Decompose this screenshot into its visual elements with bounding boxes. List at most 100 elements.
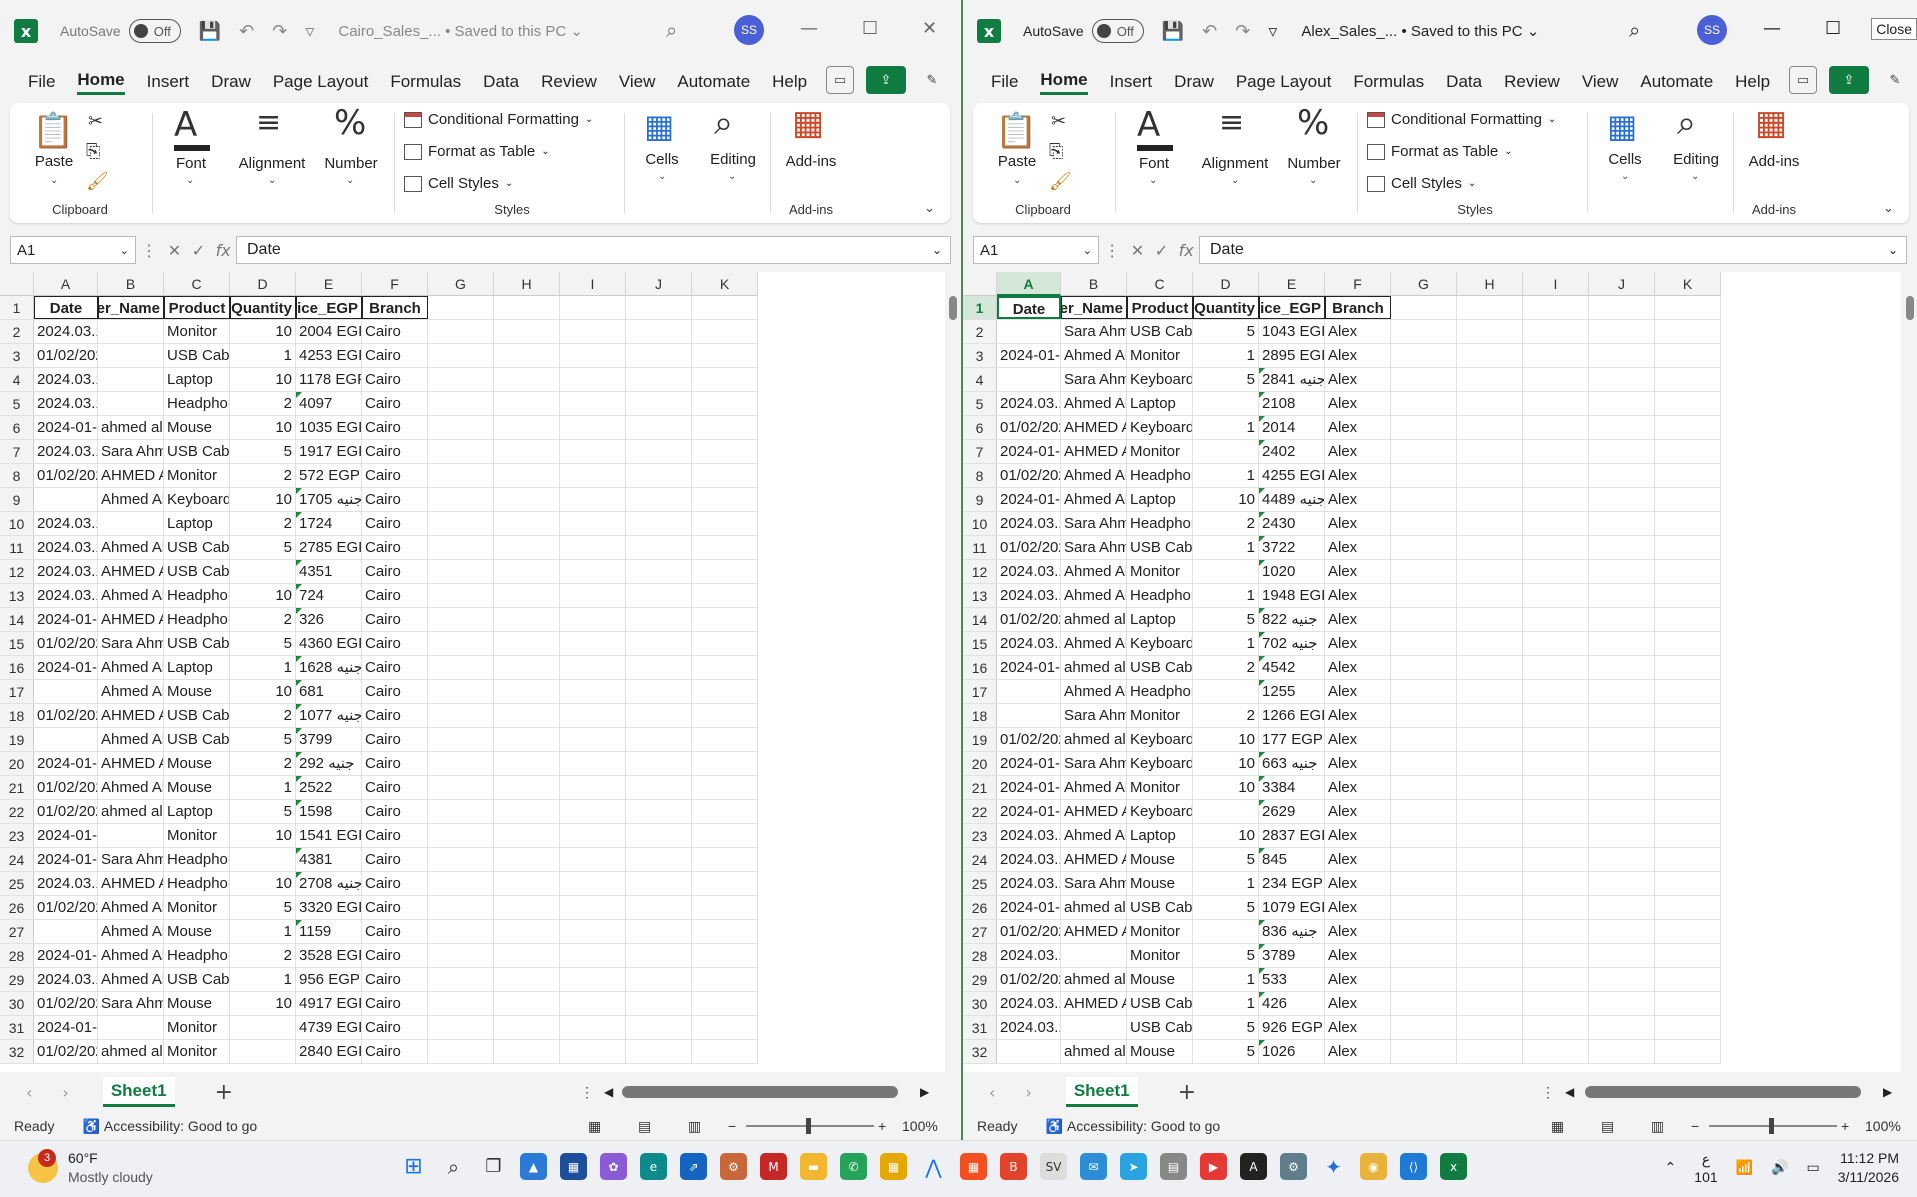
cancel-icon[interactable]: ✕ bbox=[168, 241, 181, 260]
cell-j1[interactable] bbox=[626, 296, 692, 319]
cell-j2[interactable] bbox=[1589, 320, 1655, 343]
cell-h18[interactable] bbox=[1457, 704, 1523, 727]
cells-chevron-icon[interactable]: ⌄ bbox=[1621, 171, 1629, 182]
cell-h22[interactable] bbox=[1457, 800, 1523, 823]
cell-a3[interactable]: 2024-01-01 bbox=[997, 344, 1061, 367]
alignment-chevron-icon[interactable]: ⌄ bbox=[268, 175, 276, 186]
row-header[interactable]: 6 bbox=[0, 416, 34, 439]
cell-i2[interactable] bbox=[560, 320, 626, 343]
cell-b21[interactable]: Ahmed Ali bbox=[98, 776, 164, 799]
number-chevron-icon[interactable]: ⌄ bbox=[1309, 175, 1317, 186]
cell-h29[interactable] bbox=[1457, 968, 1523, 991]
cell-i3[interactable] bbox=[1523, 344, 1589, 367]
cell-h21[interactable] bbox=[494, 776, 560, 799]
cell-b24[interactable]: Sara Ahmed bbox=[98, 848, 164, 871]
cell-g15[interactable] bbox=[428, 632, 494, 655]
cell-g20[interactable] bbox=[428, 752, 494, 775]
cell-b7[interactable]: Sara Ahmed bbox=[98, 440, 164, 463]
cell-g26[interactable] bbox=[1391, 896, 1457, 919]
cell-a26[interactable]: 2024-01-01 bbox=[997, 896, 1061, 919]
cell-h8[interactable] bbox=[1457, 464, 1523, 487]
cell-c4[interactable]: Keyboard bbox=[1127, 368, 1193, 391]
row-header[interactable]: 1 bbox=[963, 296, 997, 319]
cell-a19[interactable] bbox=[34, 728, 98, 751]
cell-d27[interactable]: 1 bbox=[230, 920, 296, 943]
cell-d14[interactable]: 5 bbox=[1193, 608, 1259, 631]
chevron-up-icon[interactable]: ⌃ bbox=[1665, 1160, 1677, 1176]
more-options-icon[interactable]: ⋮ bbox=[580, 1084, 594, 1101]
cell-i31[interactable] bbox=[1523, 1016, 1589, 1039]
cell-k13[interactable] bbox=[692, 584, 758, 607]
alignment-group[interactable]: ≡ Alignment ⌄ bbox=[232, 103, 312, 223]
cell-f25[interactable]: Cairo bbox=[362, 872, 428, 895]
cell-f32[interactable]: Alex bbox=[1325, 1040, 1391, 1063]
cell-h17[interactable] bbox=[1457, 680, 1523, 703]
row-header[interactable]: 27 bbox=[963, 920, 997, 943]
cell-c1[interactable]: Product bbox=[164, 296, 230, 319]
cell-h27[interactable] bbox=[1457, 920, 1523, 943]
cell-i19[interactable] bbox=[1523, 728, 1589, 751]
cell-d30[interactable]: 1 bbox=[1193, 992, 1259, 1015]
row-header[interactable]: 23 bbox=[0, 824, 34, 847]
cell-e13[interactable]: 1948 EGP bbox=[1259, 584, 1325, 607]
cell-e14[interactable]: 822 جنيه bbox=[1259, 608, 1325, 631]
cell-g4[interactable] bbox=[428, 368, 494, 391]
cell-j28[interactable] bbox=[1589, 944, 1655, 967]
cell-h12[interactable] bbox=[1457, 560, 1523, 583]
save-icon[interactable]: 💾 bbox=[199, 21, 221, 42]
cell-b31[interactable] bbox=[1061, 1016, 1127, 1039]
formula-bar[interactable]: Date ⌄ bbox=[1199, 236, 1907, 264]
cell-a5[interactable]: 2024.03.15 bbox=[997, 392, 1061, 415]
zoom-in-icon[interactable]: + bbox=[1841, 1118, 1849, 1134]
row-header[interactable]: 2 bbox=[0, 320, 34, 343]
cell-a30[interactable]: 2024.03.15 bbox=[997, 992, 1061, 1015]
cell-f3[interactable]: Cairo bbox=[362, 344, 428, 367]
zoom-level[interactable]: 100% bbox=[1865, 1118, 1901, 1134]
cell-c11[interactable]: USB Cable bbox=[1127, 536, 1193, 559]
cell-f1[interactable]: Branch bbox=[1325, 296, 1391, 319]
row-header[interactable]: 19 bbox=[963, 728, 997, 751]
cell-f26[interactable]: Alex bbox=[1325, 896, 1391, 919]
cell-j13[interactable] bbox=[626, 584, 692, 607]
cell-k18[interactable] bbox=[692, 704, 758, 727]
page-break-icon[interactable]: ▥ bbox=[1651, 1118, 1664, 1135]
number-button[interactable]: Number bbox=[318, 155, 384, 172]
cell-k29[interactable] bbox=[1655, 968, 1721, 991]
cell-j10[interactable] bbox=[626, 512, 692, 535]
cell-a25[interactable]: 2024.03.15 bbox=[997, 872, 1061, 895]
cell-a15[interactable]: 2024.03.15 bbox=[997, 632, 1061, 655]
zoom-slider[interactable] bbox=[1709, 1118, 1837, 1134]
cell-i25[interactable] bbox=[560, 872, 626, 895]
task-view-icon[interactable]: ❐ bbox=[480, 1153, 507, 1180]
cell-b10[interactable]: Sara Ahmed bbox=[1061, 512, 1127, 535]
cell-j21[interactable] bbox=[626, 776, 692, 799]
cell-j6[interactable] bbox=[626, 416, 692, 439]
row-header[interactable]: 6 bbox=[963, 416, 997, 439]
comments-icon[interactable]: ▭ bbox=[826, 66, 854, 94]
menu-data[interactable]: Data bbox=[483, 72, 519, 92]
row-header[interactable]: 4 bbox=[0, 368, 34, 391]
page-layout-icon[interactable]: ▤ bbox=[638, 1118, 651, 1135]
cell-c24[interactable]: Headphones bbox=[164, 848, 230, 871]
row-header[interactable]: 21 bbox=[0, 776, 34, 799]
search-icon[interactable]: ⌕ bbox=[1629, 18, 1640, 42]
cell-c28[interactable]: Monitor bbox=[1127, 944, 1193, 967]
cell-h10[interactable] bbox=[1457, 512, 1523, 535]
cell-styles-button[interactable]: Cell Styles ⌄ bbox=[1367, 175, 1476, 192]
cell-a30[interactable]: 01/02/2024 bbox=[34, 992, 98, 1015]
cell-b24[interactable]: AHMED ALI bbox=[1061, 848, 1127, 871]
cell-i9[interactable] bbox=[1523, 488, 1589, 511]
cell-e28[interactable]: 3789 bbox=[1259, 944, 1325, 967]
cell-f23[interactable]: Cairo bbox=[362, 824, 428, 847]
row-header[interactable]: 23 bbox=[963, 824, 997, 847]
cell-g16[interactable] bbox=[428, 656, 494, 679]
cell-d13[interactable]: 10 bbox=[230, 584, 296, 607]
cell-i15[interactable] bbox=[560, 632, 626, 655]
cell-g22[interactable] bbox=[1391, 800, 1457, 823]
cell-f7[interactable]: Alex bbox=[1325, 440, 1391, 463]
cell-c3[interactable]: Monitor bbox=[1127, 344, 1193, 367]
cell-h14[interactable] bbox=[494, 608, 560, 631]
cell-a12[interactable]: 2024.03.15 bbox=[997, 560, 1061, 583]
cell-e25[interactable]: 234 EGP bbox=[1259, 872, 1325, 895]
row-header[interactable]: 30 bbox=[0, 992, 34, 1015]
